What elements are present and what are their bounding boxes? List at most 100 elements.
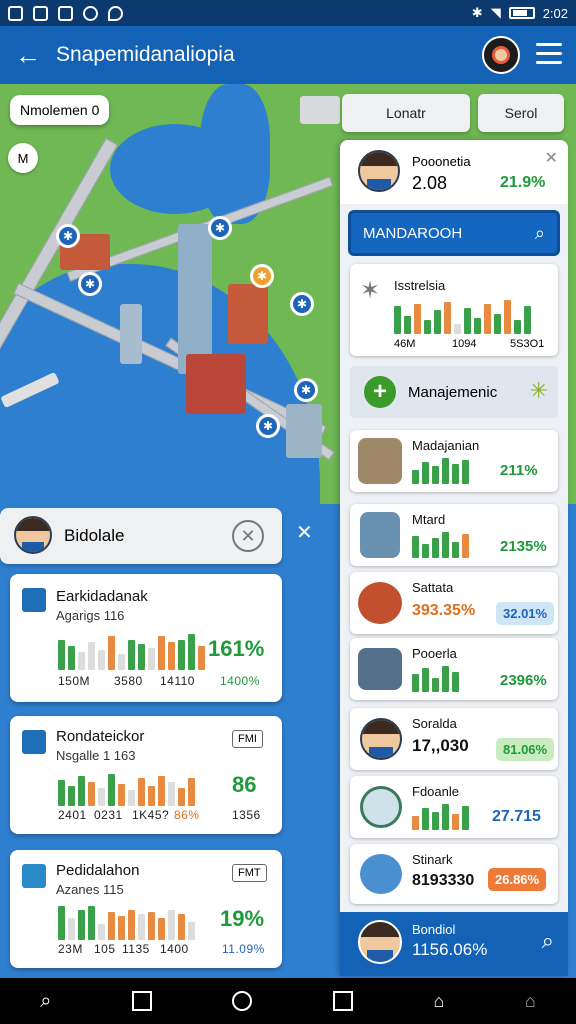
card-percent: 161%	[208, 636, 265, 661]
list-item[interactable]: Mtard 2135%	[350, 504, 558, 566]
wifi-icon: ◥	[490, 5, 501, 20]
map-pin-icon[interactable]: ✱	[78, 272, 102, 296]
list-item[interactable]: Soralda 17,,030 81.06%	[350, 708, 558, 770]
item-badge: 26.86%	[488, 868, 547, 891]
close-icon[interactable]: ✕	[545, 148, 558, 168]
clock-icon	[360, 786, 402, 828]
map-pin-icon[interactable]: ✱	[56, 224, 80, 248]
item-badge: 81.06%	[496, 738, 555, 761]
card-footer-percent: 1400%	[220, 674, 260, 688]
mini-bar-chart	[394, 296, 531, 334]
card-percent: 86	[232, 772, 257, 797]
mini-bar-chart	[412, 802, 469, 830]
card-footer-4: 1400	[160, 942, 189, 956]
person-icon	[358, 438, 402, 484]
back-arrow-icon[interactable]: ←	[0, 40, 56, 71]
tab-serol[interactable]: Serol	[478, 94, 564, 132]
map-pin-icon[interactable]: ✱	[208, 216, 232, 240]
card-tag[interactable]: FMT	[232, 864, 267, 882]
card-footer-3: 14110	[160, 674, 195, 688]
add-icon[interactable]: +	[364, 376, 396, 408]
system-nav-bar: ⌕ ⌂ ⌂	[0, 978, 576, 1024]
tab-lonatr[interactable]: Lonatr	[342, 94, 470, 132]
profile-name: Pooonetia	[412, 154, 471, 169]
item-name: Soralda	[412, 716, 457, 731]
map-pin-icon[interactable]: ✱	[290, 292, 314, 316]
home-outline-icon[interactable]: ⌂	[525, 991, 536, 1012]
hamburger-menu-icon[interactable]	[536, 43, 562, 70]
card-title: Rondateickor	[56, 728, 145, 745]
chart-footer-2: 1094	[452, 338, 477, 350]
avatar	[358, 920, 402, 964]
chart-footer-1: 46M	[394, 338, 416, 350]
map-location-label[interactable]: Nmolemen 0	[10, 95, 110, 125]
bottom-profile-bar[interactable]: Bondiol 1156.06% ⌕	[340, 912, 568, 976]
clock: 2:02	[542, 5, 568, 21]
list-item[interactable]: Sattata 393.35% 32.01%	[350, 572, 558, 634]
square-icon[interactable]	[131, 991, 152, 1011]
search-icon[interactable]: ⌕	[40, 990, 51, 1013]
card-tag[interactable]: FMI	[232, 730, 263, 748]
card-footer-3: 1135	[122, 942, 150, 956]
map-marker-icon[interactable]: M	[8, 143, 38, 173]
list-item[interactable]: Fdoanle 27.715	[350, 776, 558, 838]
card-footer-1: 23M	[58, 942, 83, 956]
item-value: 17,,030	[412, 736, 469, 755]
food-icon	[358, 582, 402, 624]
profile-percent: 21.9%	[500, 174, 546, 191]
profile-card[interactable]: Pooonetia 2.08 21.9% ✕	[340, 140, 568, 204]
bottom-value: 1156.06%	[412, 940, 488, 959]
map-pin-icon[interactable]: ✱	[250, 264, 274, 288]
management-section[interactable]: + Manajemenic ✳	[350, 366, 558, 418]
search-icon[interactable]: ⌕	[535, 223, 545, 244]
search-profile-icon[interactable]	[482, 36, 520, 74]
mini-bar-chart	[412, 664, 459, 692]
recents-icon[interactable]	[332, 991, 353, 1011]
item-name: Fdoanle	[412, 784, 459, 799]
stat-card[interactable]: Earkidadanak Agarigs 116 161% 150M 3580 …	[10, 574, 282, 702]
building	[186, 354, 246, 414]
avatar	[358, 150, 400, 192]
avatar	[360, 718, 402, 760]
chart-footer-3: 5S3O1	[510, 338, 545, 350]
card-footer-right: 11.09%	[222, 942, 265, 956]
home-icon[interactable]	[232, 991, 253, 1011]
mini-bar-chart	[58, 902, 195, 940]
stat-card[interactable]: Rondateickor Nsgalle 1 163 FMI 86 2401 0…	[10, 716, 282, 834]
location-icon	[108, 5, 123, 21]
close-icon[interactable]: ✕	[296, 520, 313, 545]
bottom-name: Bondiol	[412, 922, 456, 937]
map-pin-icon[interactable]: ✱	[256, 414, 280, 438]
notification-icon	[58, 5, 73, 21]
building	[300, 96, 340, 124]
tools-icon	[360, 854, 402, 894]
item-name: Stinark	[412, 852, 453, 867]
card-footer-1: 2401	[58, 808, 87, 822]
card-title: Earkidadanak	[56, 588, 148, 605]
chart-card-title: Isstrelsia	[394, 278, 446, 293]
item-value: 8193330	[412, 872, 475, 889]
left-panel-header[interactable]: Bidolale ✕	[0, 508, 282, 564]
search-bar[interactable]: MANDAROOH ⌕	[348, 210, 560, 256]
item-name: Madajanian	[412, 438, 480, 453]
stat-card[interactable]: Pedidalahon Azanes 115 FMT 19% 23M 105 1…	[10, 850, 282, 968]
chart-icon	[22, 730, 46, 754]
left-panel-title: Bidolale	[64, 526, 125, 545]
list-item[interactable]: Stinark 8193330 26.86%	[350, 844, 558, 904]
item-value: 2135%	[500, 538, 547, 555]
lock-icon[interactable]: ⌂	[433, 991, 444, 1012]
star-icon: ✶	[360, 277, 381, 304]
avatar	[14, 516, 52, 554]
card-subtitle: Agarigs 116	[56, 608, 125, 623]
close-icon[interactable]: ✕	[232, 520, 264, 552]
status-bar: ✱ ◥ 2:02	[0, 0, 576, 26]
search-icon[interactable]: ⌕	[542, 928, 554, 954]
list-item[interactable]: Madajanian 211%	[350, 430, 558, 492]
chart-card[interactable]: ✶ Isstrelsia 46M 1094 5S3O1	[350, 264, 558, 356]
card-footer-2: 0231	[94, 808, 123, 822]
card-footer-3: 1K45?	[132, 808, 170, 822]
building	[286, 404, 322, 458]
list-item[interactable]: Pooerla 2396%	[350, 638, 558, 700]
map-pin-icon[interactable]: ✱	[294, 378, 318, 402]
mini-bar-chart	[58, 770, 195, 806]
